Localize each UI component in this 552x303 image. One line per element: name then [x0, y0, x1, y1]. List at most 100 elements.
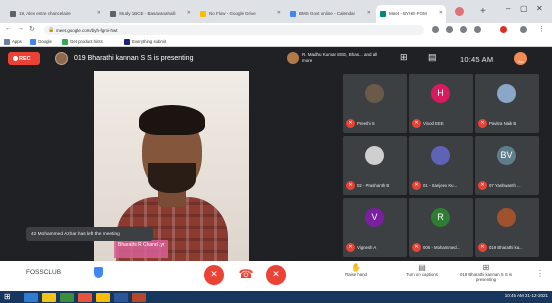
presentation-button[interactable]: ⊞ 019 Bharathi kannan S S is presenting	[456, 263, 516, 282]
participant-tile[interactable]: ✕ 02 - Prashanth B	[343, 136, 407, 195]
presenting-status: 019 Bharathi kannan S S is presenting	[74, 55, 194, 62]
pinned-participant-avatar[interactable]	[287, 52, 299, 64]
mic-off-icon: ✕	[478, 243, 487, 252]
recording-badge: REC	[8, 52, 40, 65]
self-label: You	[517, 60, 524, 64]
close-tab-icon[interactable]: ✕	[97, 10, 101, 16]
extension-icon[interactable]	[460, 26, 467, 33]
main-video-overlay-label: Bharathi R Chand .yr	[114, 240, 168, 258]
leave-call-button[interactable]: ☎	[236, 265, 256, 285]
bookmark-label: Get product hints	[70, 39, 103, 44]
system-time: 10:45 AM	[504, 293, 524, 298]
profile-avatar[interactable]	[455, 7, 464, 16]
hangup-icon: ☎	[238, 267, 254, 281]
participant-avatar	[497, 208, 516, 227]
word-icon[interactable]	[114, 292, 128, 302]
browser-tab[interactable]: BMS Govt online - Calendar ✕	[286, 5, 374, 23]
participant-name: Vignesh A	[357, 245, 377, 250]
bookmark-item[interactable]: Google	[30, 39, 52, 45]
taskbar-app-icon[interactable]	[60, 292, 74, 302]
folder-icon[interactable]	[42, 292, 56, 302]
participant-name: 01 - Sanjeev Ku...	[423, 183, 458, 188]
participant-initial: R	[437, 212, 444, 222]
captions-button[interactable]: ▤ Turn on captions	[392, 263, 452, 277]
meet-control-bar: FOSSCLUB ✕ ☎ ✕ ✋ Raise hand ▤ Turn on ca…	[0, 261, 552, 291]
bookmark-icon	[62, 39, 68, 45]
bookmark-item[interactable]: Everything submit	[124, 39, 166, 45]
video-person-beard	[148, 163, 196, 193]
new-tab-icon[interactable]: +	[480, 6, 486, 17]
browser-tab[interactable]: Study 1BCE - Basavanahalli ✕	[106, 5, 194, 23]
participant-grid: ✕ Preethi S H ✕ Vinod EEE ✕ Pavitra Naik…	[343, 74, 539, 257]
bookmark-icon	[124, 39, 130, 45]
participant-tile[interactable]: H ✕ Vinod EEE	[409, 74, 473, 133]
participant-initial: V	[371, 212, 378, 222]
system-clock: 10:45 AM 21-12-2021	[504, 293, 548, 298]
mic-off-icon: ✕	[478, 119, 487, 128]
bookmark-label: Apps	[12, 39, 22, 44]
presenter-avatar	[55, 52, 68, 65]
reload-icon[interactable]: ↻	[29, 25, 35, 33]
more-options-icon[interactable]: ⋮	[536, 269, 544, 278]
taskbar-app-icon[interactable]	[24, 292, 38, 302]
participant-initial: H	[437, 88, 444, 98]
participant-initial: BV	[500, 150, 513, 160]
chat-icon[interactable]: ▤	[428, 52, 437, 63]
participant-avatar: BV	[497, 146, 516, 165]
participant-tile[interactable]: ✕ Preethi S	[343, 74, 407, 133]
powerpoint-icon[interactable]	[132, 292, 146, 302]
participant-avatar: V	[365, 208, 384, 227]
participant-tile[interactable]: BV ✕ 07 Yashwanth ...	[475, 136, 539, 195]
minimize-icon[interactable]: –	[506, 4, 510, 13]
close-tab-icon[interactable]: ✕	[367, 10, 371, 16]
mic-off-icon: ✕	[478, 181, 487, 190]
close-tab-icon[interactable]: ✕	[439, 10, 443, 16]
browser-tab-active[interactable]: Meet - BYHE-FGM ✕	[376, 5, 446, 23]
mic-off-icon: ✕	[412, 243, 421, 252]
mic-toggle-button[interactable]: ✕	[204, 265, 224, 285]
extension-icon[interactable]	[446, 26, 453, 33]
bookmark-item[interactable]: Get product hints	[62, 39, 103, 45]
participant-tile[interactable]: ✕ Pavitra Naik B	[475, 74, 539, 133]
participant-tile[interactable]: ✕ 01 - Sanjeev Ku...	[409, 136, 473, 195]
participant-tile[interactable]: V ✕ Vignesh A	[343, 198, 407, 257]
close-tab-icon[interactable]: ✕	[187, 10, 191, 16]
menu-icon[interactable]: ⋮	[538, 25, 545, 33]
raise-hand-button[interactable]: ✋ Raise hand	[326, 263, 386, 277]
bookmark-item[interactable]: Apps	[4, 39, 22, 45]
back-icon[interactable]: ←	[5, 25, 12, 32]
browser-tab[interactable]: 19, Alex entre chancelaire ✕	[6, 5, 104, 23]
extension-icon[interactable]	[474, 26, 481, 33]
address-bar[interactable]: 🔒 meet.google.com/byh-fgmi-hwt	[44, 25, 424, 35]
maximize-icon[interactable]: ▢	[520, 4, 528, 13]
browser-toolbar: ← → ↻ 🔒 meet.google.com/byh-fgmi-hwt ⋮	[0, 23, 552, 37]
layout-icon[interactable]: ⊞	[400, 52, 408, 63]
bookmark-label: Google	[38, 39, 52, 44]
start-menu-icon[interactable]: ⊞	[4, 292, 18, 302]
address-text: meet.google.com/byh-fgmi-hwt	[56, 27, 118, 33]
camera-toggle-button[interactable]: ✕	[266, 265, 286, 285]
close-tab-icon[interactable]: ✕	[277, 10, 281, 16]
chrome-icon[interactable]	[96, 292, 110, 302]
tab-title: 19, Alex entre chancelaire	[19, 11, 71, 16]
participant-avatar: H	[431, 84, 450, 103]
forward-icon[interactable]: →	[17, 25, 24, 32]
self-avatar[interactable]: You	[514, 52, 527, 65]
presentation-label: 019 Bharathi kannan S S is presenting	[459, 272, 513, 282]
browser-tab[interactable]: No Flow - Google Drive ✕	[196, 5, 284, 23]
tab-title: No Flow - Google Drive	[209, 11, 256, 16]
mic-off-icon: ✕	[346, 243, 355, 252]
profile-icon[interactable]	[520, 26, 527, 33]
tab-favicon-icon	[110, 11, 116, 17]
extension-icon[interactable]	[432, 26, 439, 33]
meet-favicon-icon	[380, 11, 386, 17]
participant-name: 019 Bharathi ka...	[489, 245, 523, 250]
lock-icon: 🔒	[48, 27, 55, 33]
close-window-icon[interactable]: ✕	[536, 4, 543, 13]
participant-name: 02 - Prashanth B	[357, 183, 390, 188]
extension-icon[interactable]	[500, 26, 507, 33]
taskbar-app-icon[interactable]	[78, 292, 92, 302]
participant-tile[interactable]: ✕ 019 Bharathi ka...	[475, 198, 539, 257]
host-controls-icon[interactable]	[94, 267, 103, 278]
participant-tile[interactable]: R ✕ 006 - Mohammed...	[409, 198, 473, 257]
